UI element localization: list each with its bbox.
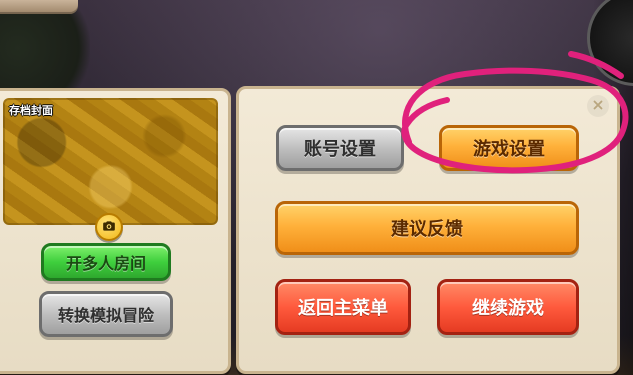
close-icon	[591, 97, 605, 116]
switch-mode-label: 转换模拟冒险	[57, 306, 154, 325]
save-cover-image[interactable]: 存档封面	[3, 98, 218, 225]
save-cover-label: 存档封面	[9, 104, 53, 117]
save-cover-panel: 存档封面 开多人房间 转换模拟冒险	[0, 88, 231, 374]
game-settings-label: 游戏设置	[473, 139, 545, 160]
camera-button[interactable]	[95, 213, 123, 241]
account-settings-label: 账号设置	[304, 139, 376, 160]
top-status-bar	[0, 0, 78, 14]
feedback-label: 建议反馈	[391, 219, 463, 240]
game-menu-panel: 账号设置 游戏设置 建议反馈 返回主菜单 继续游戏	[236, 86, 620, 374]
back-to-main-menu-button[interactable]: 返回主菜单	[275, 279, 411, 335]
game-scene: 存档封面 开多人房间 转换模拟冒险 账号设置 游戏设置 建议反馈 返回主菜单 继…	[0, 0, 633, 375]
feedback-button[interactable]: 建议反馈	[275, 201, 579, 255]
continue-game-button[interactable]: 继续游戏	[437, 279, 579, 335]
account-settings-button[interactable]: 账号设置	[276, 125, 404, 171]
camera-icon	[102, 218, 116, 237]
game-settings-button[interactable]: 游戏设置	[439, 125, 579, 171]
close-button[interactable]	[587, 95, 609, 117]
open-multiplayer-room-label: 开多人房间	[65, 254, 146, 273]
switch-mode-button[interactable]: 转换模拟冒险	[39, 291, 173, 337]
open-multiplayer-room-button[interactable]: 开多人房间	[41, 243, 171, 281]
continue-game-label: 继续游戏	[472, 298, 544, 319]
back-to-main-menu-label: 返回主菜单	[298, 298, 388, 319]
